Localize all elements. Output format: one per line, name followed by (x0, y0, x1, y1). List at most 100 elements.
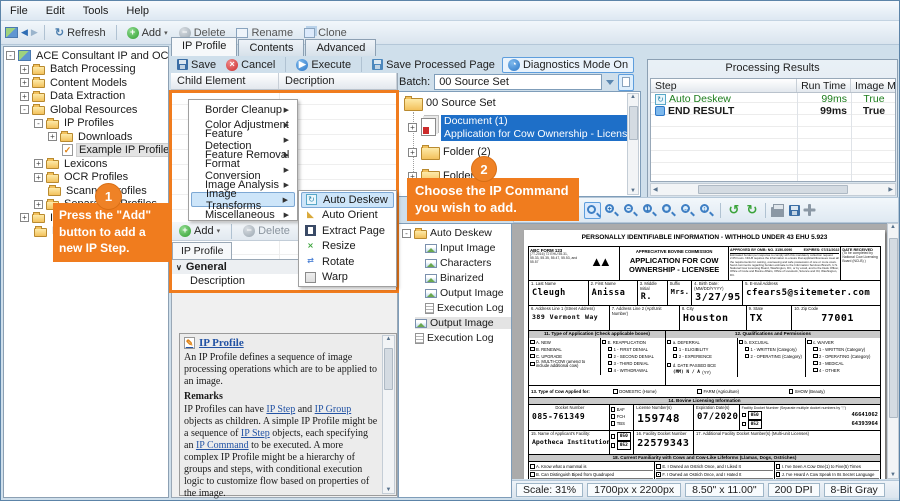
menu-item-feature-detection[interactable]: Feature Detection▶ (191, 132, 295, 147)
expander[interactable]: + (34, 173, 43, 182)
expander[interactable]: + (34, 200, 43, 209)
save-button[interactable]: Save (174, 59, 219, 71)
back-icon[interactable]: ◀ (21, 27, 28, 38)
menu-item-auto-deskew[interactable]: ↻Auto Deskew (301, 192, 394, 208)
tree-item[interactable]: +OCR Profiles (6, 171, 168, 185)
menu-item-rotate[interactable]: ⇄Rotate (301, 254, 394, 270)
zoom-fit-height-icon[interactable]: ↕ (698, 202, 715, 219)
column-child-element[interactable]: Child Element (171, 73, 279, 89)
save-processed-page-button[interactable]: Save Processed Page (369, 59, 498, 71)
ip-group-link[interactable]: IP Group (315, 404, 352, 415)
tree-item[interactable]: +Batch Processing (6, 63, 168, 77)
scroll-thumb[interactable] (384, 348, 393, 390)
menu-item-extract-page[interactable]: Extract Page (301, 223, 394, 239)
zoom-fit-width-icon[interactable]: ↔ (679, 202, 696, 219)
tab-ip-profile[interactable]: IP Profile (171, 37, 237, 56)
menu-file[interactable]: File (1, 3, 37, 19)
zoom-actual-size-icon[interactable]: 1 (641, 202, 658, 219)
execute-button[interactable]: ▶Execute (293, 59, 354, 71)
diag-item[interactable]: Execution Log (415, 332, 494, 344)
expander[interactable]: + (20, 213, 29, 222)
scroll-thumb[interactable] (629, 106, 638, 140)
expander[interactable]: - (34, 119, 43, 128)
column-description[interactable]: Decription (279, 73, 397, 89)
scroll-thumb[interactable] (698, 185, 848, 194)
expander[interactable]: + (20, 92, 29, 101)
scroll-up-icon[interactable]: ▲ (890, 224, 896, 230)
menu-item-border-cleanup[interactable]: Border Cleanup▶ (191, 102, 295, 117)
help-title-link[interactable]: ✎ IP Profile (184, 337, 378, 349)
diag-item[interactable]: Binarized (425, 272, 484, 284)
menu-item-format-conversion[interactable]: Format Conversion▶ (191, 162, 295, 177)
tree-item[interactable]: +Content Models (6, 76, 168, 90)
batch-document-item[interactable]: Document (1) Application for Cow Ownersh… (441, 115, 627, 141)
show-page-button[interactable] (618, 74, 634, 91)
expander[interactable]: + (20, 65, 29, 74)
expander[interactable]: + (408, 148, 417, 157)
filter-icon[interactable] (606, 80, 614, 85)
expander[interactable]: + (34, 159, 43, 168)
menu-tools[interactable]: Tools (74, 3, 118, 19)
batch-root-item[interactable]: 00 Source Set (404, 94, 496, 111)
ip-command-link[interactable]: IP Command (196, 440, 249, 451)
tree-item-selected[interactable]: ✓Example IP Profile (6, 144, 168, 158)
add-button[interactable]: + Add ▾ (123, 26, 172, 40)
zoom-out-icon[interactable]: − (622, 202, 639, 219)
zoom-in-icon[interactable]: + (603, 202, 620, 219)
menu-item-auto-orient[interactable]: ◣Auto Orient (301, 208, 394, 224)
rotate-right-icon[interactable]: ↻ (744, 202, 760, 219)
menu-item-warp[interactable]: Warp (301, 270, 394, 286)
rotate-left-icon[interactable]: ↺ (726, 202, 742, 219)
diag-item[interactable]: Execution Log (425, 302, 504, 314)
diag-item[interactable]: Characters (425, 257, 491, 269)
tree-item[interactable]: +Downloads (6, 130, 168, 144)
settings-icon[interactable] (802, 203, 816, 217)
print-icon[interactable] (771, 207, 784, 217)
scroll-left-icon[interactable]: ◀ (653, 186, 658, 193)
tab-contents[interactable]: Contents (238, 39, 304, 56)
scroll-right-icon[interactable]: ▶ (888, 186, 893, 193)
menu-help[interactable]: Help (117, 3, 158, 19)
scroll-down-icon[interactable]: ▼ (890, 472, 896, 478)
expander[interactable]: - (20, 105, 29, 114)
scroll-up-icon[interactable]: ▲ (386, 336, 392, 342)
ip-step-link[interactable]: IP Step (241, 428, 270, 439)
expander[interactable]: + (48, 132, 57, 141)
menu-item-image-transforms[interactable]: Image Transforms▶ (191, 192, 295, 207)
forward-icon[interactable]: ▶ (31, 27, 38, 38)
diag-item-selected[interactable]: Output Image (415, 317, 512, 329)
tree-item[interactable]: +Data Extraction (6, 90, 168, 104)
diag-item[interactable]: Input Image (425, 242, 495, 254)
column-step[interactable]: Step (651, 79, 797, 92)
tree-item[interactable]: -IP Profiles (6, 117, 168, 131)
menu-item-miscellaneous[interactable]: Miscellaneous▶ (191, 207, 295, 222)
tree-item-root[interactable]: -ACE Consultant IP and OCR (6, 49, 168, 63)
menu-item-resize[interactable]: ×Resize (301, 239, 394, 255)
scroll-down-icon[interactable]: ▼ (630, 188, 636, 194)
results-hscrollbar[interactable]: ◀ ▶ (650, 183, 896, 196)
scroll-thumb[interactable] (889, 238, 898, 418)
cancel-button[interactable]: ×Cancel (223, 59, 278, 71)
results-row-end[interactable]: END RESULT 99ms True (651, 105, 895, 117)
tab-advanced[interactable]: Advanced (305, 39, 376, 56)
batch-select[interactable]: 00 Source Set (434, 74, 602, 90)
preview-scrollbar[interactable]: ▲ ▼ (887, 223, 899, 479)
menu-edit[interactable]: Edit (37, 3, 74, 19)
ip-step-link[interactable]: IP Step (266, 404, 295, 415)
tree-item[interactable]: Scanner Profiles (6, 184, 168, 198)
help-scrollbar[interactable]: ▲ ▼ (382, 335, 395, 494)
expander[interactable]: - (6, 51, 15, 60)
diagnostics-mode-toggle[interactable]: ◔Diagnostics Mode On (502, 57, 634, 73)
column-image-modified[interactable]: Image Modified (851, 79, 896, 92)
expander[interactable]: + (408, 123, 417, 132)
scroll-up-icon[interactable]: ▲ (630, 94, 636, 100)
expander[interactable]: + (20, 78, 29, 87)
batch-tree-scrollbar[interactable]: ▲ ▼ (627, 93, 639, 195)
zoom-select-icon[interactable] (584, 202, 601, 219)
diag-item[interactable]: Output Image (425, 287, 504, 299)
diag-item-auto-deskew[interactable]: -Auto Deskew (402, 227, 492, 239)
refresh-button[interactable]: ↻ Refresh (51, 25, 110, 40)
scroll-down-icon[interactable]: ▼ (386, 487, 392, 493)
tree-item[interactable]: +Lexicons (6, 157, 168, 171)
document-preview[interactable]: PERSONALLY IDENTIFIABLE INFORMATION - WI… (512, 223, 887, 479)
